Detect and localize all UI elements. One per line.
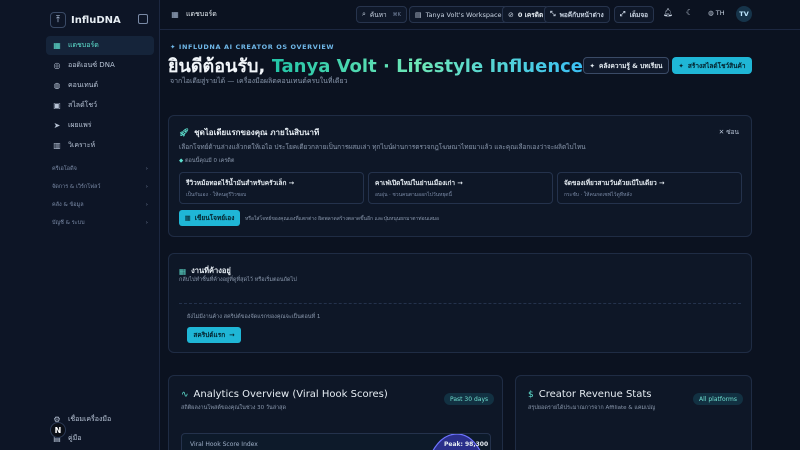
brand-name: InfluDNA	[71, 14, 121, 26]
activity-icon: ∿	[181, 389, 189, 400]
wip-empty-text: ยังไม่มีงานค้าง สคริปต์ของจัดแรกของคุณจะ…	[187, 314, 321, 320]
building-icon: ▤	[415, 10, 422, 19]
sidebar: ⤒ InfluDNA ▦ แดชบอร์ด ◎ ออดิเอนซ์ DNA ◍ …	[0, 0, 160, 450]
moon-icon[interactable]: ☾	[686, 8, 693, 17]
platforms-badge[interactable]: All platforms	[693, 393, 743, 405]
search-icon: ⌕	[362, 10, 366, 18]
arrow-right-icon: →	[229, 331, 235, 339]
sidebar-item-label: เผยแพร่	[68, 121, 92, 129]
sparkle-icon: ✦	[589, 61, 595, 70]
dna-icon: ◎	[53, 61, 61, 70]
sidebar-item-publish[interactable]: ➤ เผยแพร่	[46, 116, 154, 135]
coin-icon: ⊘	[508, 10, 514, 19]
layers-icon: ◍	[53, 81, 61, 90]
page-eyebrow: ✦ INFLUDNA AI CREATOR OS OVERVIEW	[170, 43, 335, 51]
topbar: ▦ แดชบอร์ด ⌕ ค้นหา ⌘K ▤ Tanya Volt's Wor…	[160, 0, 800, 30]
slides-icon: ▣	[53, 101, 61, 110]
sidebar-item-label: สไลด์โชว์	[68, 101, 98, 109]
prompt-card[interactable]: จัดของเที่ยวสามวันด้วยเป้ใบเดียว → กระชั…	[557, 172, 742, 204]
collapse-icon: ⤡	[550, 10, 556, 18]
chevron-right-icon: ›	[145, 220, 148, 226]
chart-label: Viral Hook Score Index	[190, 441, 258, 448]
user-avatar[interactable]: TV	[736, 6, 752, 22]
sidebar-bottom: ⚙ เชื่อมเครื่องมือ ▤ คู่มือ	[52, 410, 152, 448]
sidebar-item-label: ออดิเอนซ์ DNA	[68, 61, 115, 69]
knowledge-button[interactable]: ✦ คลังความรู้ & บทเรียน	[583, 57, 669, 74]
wip-subtitle: กลับไปทำชิ้นที่ค้างอยู่ที่ดูที่สุดไว้ หร…	[179, 277, 297, 283]
sidebar-item-slideshow[interactable]: ▣ สไลด์โชว์	[46, 96, 154, 115]
sparkle-icon: ✦	[170, 43, 177, 51]
revenue-card: $ Creator Revenue Stats สรุปยอดรายได้ประ…	[515, 375, 752, 450]
breadcrumb: ▦ แดชบอร์ด	[171, 10, 217, 19]
create-slideshow-button[interactable]: ✦ สร้างสไลด์โชว์สินค้า	[672, 57, 752, 74]
sidebar-item-label: แดชบอร์ด	[68, 41, 99, 49]
pocket-window-button[interactable]: ⤡ พอคีกับหน้าต่าง	[544, 6, 610, 23]
brand-logo-icon: ⤒	[50, 12, 66, 28]
chart-icon: ▥	[53, 141, 61, 150]
analytics-card: ∿ Analytics Overview (Viral Hook Scores)…	[168, 375, 503, 450]
language-switcher[interactable]: ◍ TH	[708, 9, 725, 17]
search-button[interactable]: ⌕ ค้นหา ⌘K	[356, 6, 407, 23]
globe-icon: ◍	[708, 9, 714, 17]
sidebar-item-audience-dna[interactable]: ◎ ออดิเอนซ์ DNA	[46, 56, 154, 75]
chevron-right-icon: ›	[145, 184, 148, 190]
sidebar-collapse-button[interactable]	[138, 14, 148, 24]
avatar[interactable]: N	[50, 422, 66, 438]
chevron-right-icon: ›	[145, 166, 148, 172]
workspace-switcher[interactable]: ▤ Tanya Volt's Workspace	[409, 6, 508, 23]
sidebar-group-library[interactable]: คลัง & ข้อมูล ›	[46, 196, 154, 214]
chevron-right-icon: ›	[145, 202, 148, 208]
prompt-card[interactable]: รีวิวหม้อทอดไร้น้ำมันสำหรับครัวเล็ก → เป…	[179, 172, 364, 204]
analytics-title: ∿ Analytics Overview (Viral Hook Scores)	[181, 389, 388, 400]
onboarding-card: 🚀︎ ชุดไอเดียแรกของคุณ ภายในสิบนาที ✕ ซ่อ…	[168, 115, 752, 237]
grid-icon: ▦	[53, 41, 61, 50]
viral-hook-chart: Viral Hook Score Index Peak: 98,300	[181, 433, 491, 450]
grid-icon: ▦	[179, 266, 187, 276]
grid-icon: ▦	[184, 214, 191, 222]
period-badge[interactable]: Past 30 days	[444, 393, 495, 405]
wip-empty-state: ยังไม่มีงานค้าง สคริปต์ของจัดแรกของคุณจะ…	[179, 303, 741, 347]
prompt-card[interactable]: คาเฟ่เปิดใหม่ในย่านเมืองเก่า → อบอุ่น · …	[368, 172, 553, 204]
expand-icon: ⤢	[620, 10, 626, 18]
sidebar-item-dashboard[interactable]: ▦ แดชบอร์ด	[46, 36, 154, 55]
credits-badge[interactable]: ⊘ 0 เครดิต	[502, 6, 550, 23]
sidebar-group-account[interactable]: บัญชี & ระบบ ›	[46, 214, 154, 232]
write-own-prompt-button[interactable]: ▦ เขียนโจทย์เอง	[179, 210, 240, 226]
sidebar-group-workflow[interactable]: จัดการ & เวิร์กโฟลว์ ›	[46, 178, 154, 196]
bell-icon[interactable]: 🔔︎	[663, 8, 673, 17]
sidebar-item-integrations[interactable]: ⚙ เชื่อมเครื่องมือ	[52, 410, 152, 428]
peak-label: Peak: 98,300	[444, 441, 489, 448]
grid-icon: ▦	[171, 10, 179, 19]
close-icon: ✕	[718, 128, 725, 136]
hide-button[interactable]: ✕ ซ่อน	[719, 127, 739, 137]
credit-count: ◆ ตอนนี้คุณมี 0 เครดิต	[179, 158, 235, 164]
onboarding-description: เลือกโจทย์ด้านล่างแล้วกดให้เอไอ ประโยคเด…	[179, 143, 586, 151]
dollar-icon: $	[528, 389, 534, 400]
sidebar-group-create[interactable]: ครีเอโอดีจ ›	[46, 160, 154, 178]
write-hint: หรือใส่โจทย์ของคุณเองที่แตกต่าง ผิดพลาดส…	[245, 216, 440, 222]
fullscreen-button[interactable]: ⤢ เต็มจอ	[614, 6, 655, 23]
send-icon: ➤	[53, 121, 61, 130]
sidebar-nav: ▦ แดชบอร์ด ◎ ออดิเอนซ์ DNA ◍ คอนเทนต์ ▣ …	[46, 36, 154, 232]
revenue-title: $ Creator Revenue Stats	[528, 389, 652, 400]
rocket-icon: 🚀︎	[179, 128, 190, 137]
revenue-subtitle: สรุปยอดรายได้ประมาณการจาก Affiliate & แค…	[528, 405, 656, 411]
analytics-subtitle: สถิติผลงานโพสต์ของคุณในช่วง 30 วันล่าสุด	[181, 405, 287, 411]
sidebar-item-guide[interactable]: ▤ คู่มือ	[52, 429, 152, 447]
onboarding-title: 🚀︎ ชุดไอเดียแรกของคุณ ภายในสิบนาที	[179, 128, 320, 137]
sidebar-item-content[interactable]: ◍ คอนเทนต์	[46, 76, 154, 95]
work-in-progress-card: ▦ งานที่ค้างอยู่ กลับไปทำชิ้นที่ค้างอยู่…	[168, 253, 752, 353]
sidebar-item-analytics[interactable]: ▥ วิเคราะห์	[46, 136, 154, 155]
tag-icon: ◆	[179, 158, 184, 164]
page-subtitle: จากไอเดียสู่รายได้ — เครื่องมือผลิตคอนเท…	[170, 77, 348, 85]
sidebar-item-label: วิเคราะห์	[68, 141, 96, 149]
start-script-button[interactable]: สคริปต์แรก →	[187, 327, 241, 343]
creator-name: Tanya Volt · Lifestyle Influencer	[271, 56, 592, 77]
sparkle-icon: ✦	[678, 61, 684, 70]
sidebar-item-label: คอนเทนต์	[68, 81, 99, 89]
